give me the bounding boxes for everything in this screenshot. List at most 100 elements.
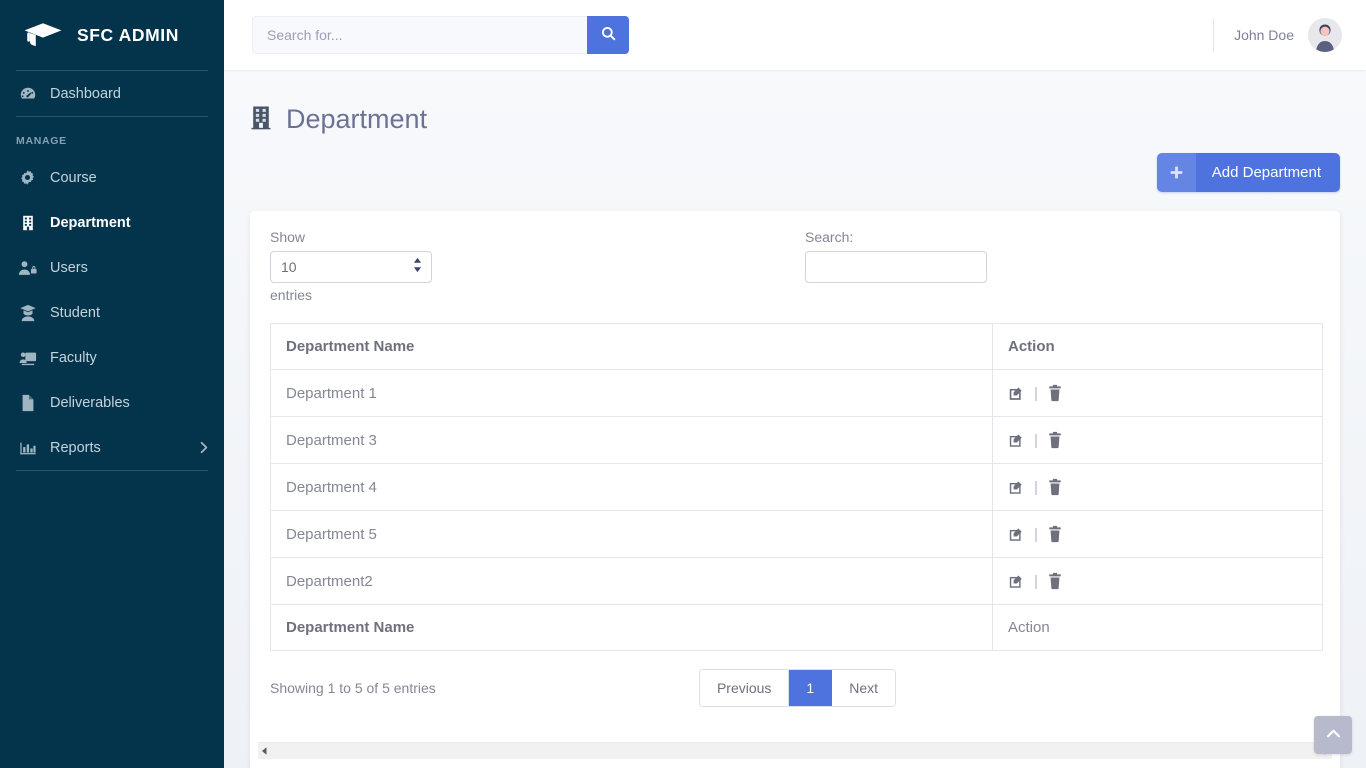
cell-action: | bbox=[992, 557, 1323, 605]
search-button[interactable] bbox=[587, 16, 629, 54]
building-icon bbox=[250, 105, 272, 135]
main-area: John Doe bbox=[224, 0, 1366, 768]
content: Department Add Department Show 10 entrie… bbox=[224, 70, 1366, 768]
topbar: John Doe bbox=[224, 0, 1366, 70]
toolbar: Add Department bbox=[250, 153, 1340, 192]
trash-icon[interactable] bbox=[1047, 572, 1063, 590]
search-label: Search: bbox=[805, 229, 854, 245]
cell-department-name: Department 5 bbox=[270, 510, 993, 558]
sidebar-item-label: Dashboard bbox=[50, 85, 121, 102]
sidebar-item-label: Student bbox=[50, 304, 100, 321]
tachometer-icon bbox=[18, 84, 37, 103]
app-root: SFC ADMIN Dashboard MANAGE Course Depart… bbox=[0, 0, 1366, 768]
datatable-search-input[interactable] bbox=[805, 251, 987, 283]
department-table: Department Name Action Department 1 | De… bbox=[270, 323, 1323, 651]
global-search bbox=[252, 16, 629, 54]
avatar bbox=[1308, 18, 1342, 52]
sidebar-item-reports[interactable]: Reports bbox=[0, 425, 224, 470]
file-icon bbox=[18, 393, 37, 412]
sidebar-item-dashboard[interactable]: Dashboard bbox=[0, 71, 224, 116]
sidebar-item-faculty[interactable]: Faculty bbox=[0, 335, 224, 380]
user-menu[interactable]: John Doe bbox=[1213, 18, 1342, 52]
add-department-label: Add Department bbox=[1211, 164, 1321, 181]
user-lock-icon bbox=[18, 258, 37, 277]
action-separator: | bbox=[1034, 572, 1038, 590]
add-department-button[interactable]: Add Department bbox=[1156, 153, 1340, 192]
pagination-next[interactable]: Next bbox=[832, 670, 895, 706]
cell-department-name: Department 1 bbox=[270, 369, 993, 417]
chalkboard-teacher-icon bbox=[18, 348, 37, 367]
table-row[interactable]: Department 3 | bbox=[270, 416, 1323, 464]
cog-icon bbox=[18, 168, 37, 187]
sidebar-item-users[interactable]: Users bbox=[0, 245, 224, 290]
scrollbar-track[interactable] bbox=[271, 744, 1319, 758]
chevron-right-icon bbox=[200, 441, 208, 454]
trash-icon[interactable] bbox=[1047, 478, 1063, 496]
table-row[interactable]: Department 4 | bbox=[270, 463, 1323, 511]
entries-select[interactable]: 10 bbox=[270, 251, 432, 283]
page-title: Department bbox=[250, 104, 1340, 135]
sidebar-item-label: Users bbox=[50, 259, 88, 276]
table-footer-row: Department Name Action bbox=[270, 604, 1323, 651]
sidebar-item-student[interactable]: Student bbox=[0, 290, 224, 335]
entries-label: entries bbox=[270, 287, 313, 303]
datatable-info: Showing 1 to 5 of 5 entries bbox=[270, 680, 436, 696]
sidebar-item-department[interactable]: Department bbox=[0, 200, 224, 245]
action-separator: | bbox=[1034, 525, 1038, 543]
edit-icon[interactable] bbox=[1008, 385, 1025, 402]
table-row[interactable]: Department 1 | bbox=[270, 369, 1323, 417]
table-footer: Department Name Action bbox=[270, 604, 1323, 651]
sidebar-item-label: Course bbox=[50, 169, 97, 186]
edit-icon[interactable] bbox=[1008, 432, 1025, 449]
action-separator: | bbox=[1034, 431, 1038, 449]
action-separator: | bbox=[1034, 384, 1038, 402]
cell-action: | bbox=[992, 416, 1323, 464]
chart-bar-icon bbox=[18, 438, 37, 457]
pagination: Previous 1 Next bbox=[698, 669, 896, 707]
sidebar-divider-bottom bbox=[16, 470, 208, 471]
user-name: John Doe bbox=[1234, 27, 1294, 43]
edit-icon[interactable] bbox=[1008, 479, 1025, 496]
datatable-card: Show 10 entries Search: Department Name … bbox=[250, 211, 1340, 768]
sidebar-item-label: Reports bbox=[50, 439, 101, 456]
cell-department-name: Department2 bbox=[270, 557, 993, 605]
sidebar-item-deliverables[interactable]: Deliverables bbox=[0, 380, 224, 425]
trash-icon[interactable] bbox=[1047, 384, 1063, 402]
table-header-row: Department Name Action bbox=[270, 323, 1323, 370]
plus-icon bbox=[1156, 153, 1196, 192]
cell-action: | bbox=[992, 510, 1323, 558]
datatable-filter: Search: bbox=[805, 229, 987, 303]
sidebar: SFC ADMIN Dashboard MANAGE Course Depart… bbox=[0, 0, 224, 768]
column-header-action[interactable]: Action bbox=[992, 323, 1323, 370]
trash-icon[interactable] bbox=[1047, 431, 1063, 449]
action-separator: | bbox=[1034, 478, 1038, 496]
caret-left-icon[interactable] bbox=[258, 743, 271, 760]
edit-icon[interactable] bbox=[1008, 573, 1025, 590]
datatable-header-controls: Show 10 entries Search: bbox=[270, 229, 1320, 313]
table-body: Department 1 | Department 3 | Department… bbox=[270, 369, 1323, 605]
entries-select-wrapper: 10 bbox=[270, 245, 432, 287]
edit-icon[interactable] bbox=[1008, 526, 1025, 543]
footer-action: Action bbox=[992, 604, 1323, 651]
cell-department-name: Department 4 bbox=[270, 463, 993, 511]
chevron-up-icon bbox=[1326, 726, 1341, 744]
trash-icon[interactable] bbox=[1047, 525, 1063, 543]
sidebar-item-label: Deliverables bbox=[50, 394, 130, 411]
scroll-to-top-button[interactable] bbox=[1314, 716, 1352, 754]
show-label: Show bbox=[270, 229, 306, 245]
search-input[interactable] bbox=[252, 16, 587, 54]
pagination-page-1[interactable]: 1 bbox=[789, 670, 833, 706]
horizontal-scrollbar[interactable] bbox=[258, 742, 1332, 759]
pagination-previous[interactable]: Previous bbox=[699, 670, 790, 706]
column-header-department-name[interactable]: Department Name bbox=[270, 323, 993, 370]
table-row[interactable]: Department2 | bbox=[270, 557, 1323, 605]
page-title-text: Department bbox=[286, 104, 428, 134]
brand[interactable]: SFC ADMIN bbox=[0, 0, 224, 70]
footer-department-name: Department Name bbox=[270, 604, 993, 651]
search-icon bbox=[601, 26, 616, 44]
graduation-cap-icon bbox=[22, 20, 64, 50]
table-row[interactable]: Department 5 | bbox=[270, 510, 1323, 558]
sidebar-item-course[interactable]: Course bbox=[0, 155, 224, 200]
datatable-footer-controls: Showing 1 to 5 of 5 entries Previous 1 N… bbox=[270, 669, 1320, 707]
cell-action: | bbox=[992, 463, 1323, 511]
